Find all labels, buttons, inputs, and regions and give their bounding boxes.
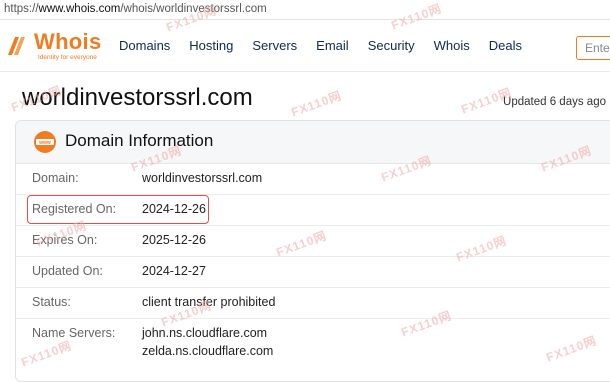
search-input[interactable]: Enter — [576, 36, 610, 60]
whois-logo[interactable]: Whois Identity for everyone — [6, 29, 101, 63]
nav-email[interactable]: Email — [316, 21, 349, 71]
row-label: Expires On: — [32, 233, 98, 247]
updated-status: Updated 6 days ago — [503, 96, 606, 108]
main-nav: Domains Hosting Servers Email Security W… — [119, 21, 541, 71]
domain-info-card: www Domain Information Domain: worldinve… — [15, 120, 610, 382]
nav-deals[interactable]: Deals — [489, 21, 522, 71]
nav-hosting[interactable]: Hosting — [189, 21, 233, 71]
logo-mark-icon — [8, 37, 25, 55]
nav-domains[interactable]: Domains — [119, 21, 170, 71]
registered-on-highlight-box — [27, 195, 209, 224]
name-server-1: john.ns.cloudflare.com — [142, 326, 268, 340]
page-title: worldinvestorssrl.com — [22, 84, 253, 111]
row-domain: Domain: worldinvestorssrl.com — [16, 164, 610, 195]
url-prefix: https:// — [4, 3, 39, 15]
row-value: 2025-12-26 — [142, 233, 206, 247]
card-header: www Domain Information — [16, 121, 610, 164]
logo-wordmark: Whois — [34, 29, 102, 54]
svg-text:www: www — [38, 140, 51, 146]
row-status: Status: client transfer prohibited — [16, 288, 610, 319]
address-bar[interactable]: https://www.whois.com/whois/worldinvesto… — [0, 0, 610, 20]
row-label: Domain: — [32, 171, 79, 185]
row-label: Name Servers: — [32, 326, 116, 340]
watermark: FX110网 — [289, 88, 344, 120]
row-name-servers: Name Servers: john.ns.cloudflare.com zel… — [16, 319, 610, 379]
row-label: Status: — [32, 295, 71, 309]
name-server-2: zelda.ns.cloudflare.com — [142, 344, 274, 358]
logo-tagline: Identity for everyone — [38, 54, 97, 61]
row-value: client transfer prohibited — [142, 295, 276, 309]
card-title: Domain Information — [65, 131, 214, 150]
row-updated-on: Updated On: 2024-12-27 — [16, 257, 610, 288]
www-globe-icon: www — [34, 131, 56, 153]
url-host: www.whois.com — [38, 3, 121, 15]
row-label: Updated On: — [32, 264, 103, 278]
row-value: worldinvestorssrl.com — [142, 171, 263, 185]
nav-servers[interactable]: Servers — [252, 21, 297, 71]
row-expires-on: Expires On: 2025-12-26 — [16, 226, 610, 257]
nav-security[interactable]: Security — [368, 21, 415, 71]
row-value: 2024-12-27 — [142, 264, 206, 278]
site-header: Whois Identity for everyone Domains Host… — [0, 21, 610, 72]
url-path: /whois/worldinvestorssrl.com — [120, 3, 267, 15]
nav-whois[interactable]: Whois — [434, 21, 470, 71]
